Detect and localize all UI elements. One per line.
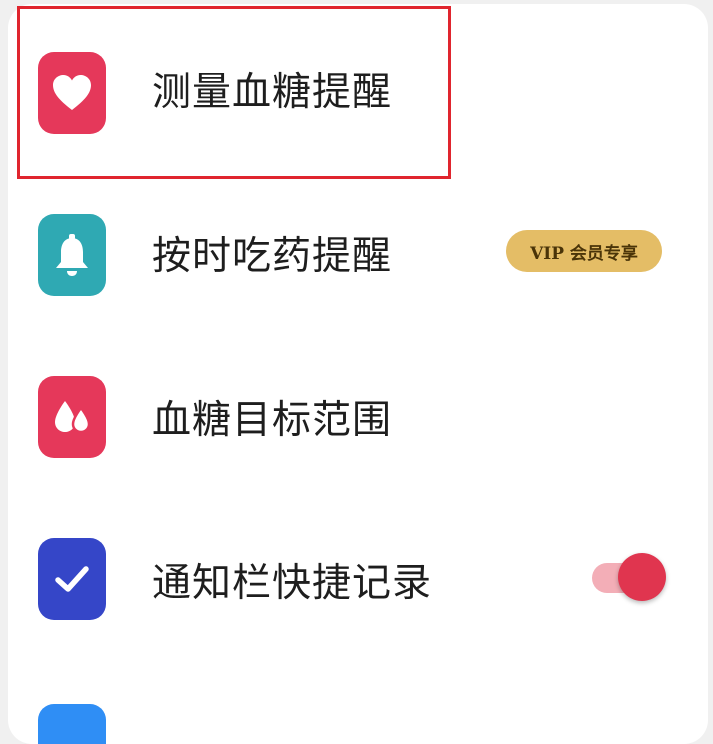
quick-record-toggle[interactable] [588,551,666,607]
setting-label: 按时吃药提醒 [152,234,393,279]
droplets-icon [38,376,106,458]
settings-card: 测量血糖提醒 按时吃药提醒 血糖目标范围 通知栏快捷记录 [8,4,708,744]
toggle-knob [618,553,666,601]
bell-icon [38,214,106,296]
setting-label: 血糖目标范围 [152,398,393,443]
heart-icon [38,52,106,134]
setting-label: 测量血糖提醒 [152,70,393,115]
setting-row-glucose-reminder[interactable]: 测量血糖提醒 [8,38,708,148]
checkmark-icon [38,538,106,620]
setting-label: 通知栏快捷记录 [152,561,433,606]
next-setting-icon [38,704,106,744]
setting-row-glucose-target[interactable]: 血糖目标范围 [8,362,708,472]
vip-badge: VIP 会员专享 [506,230,662,272]
